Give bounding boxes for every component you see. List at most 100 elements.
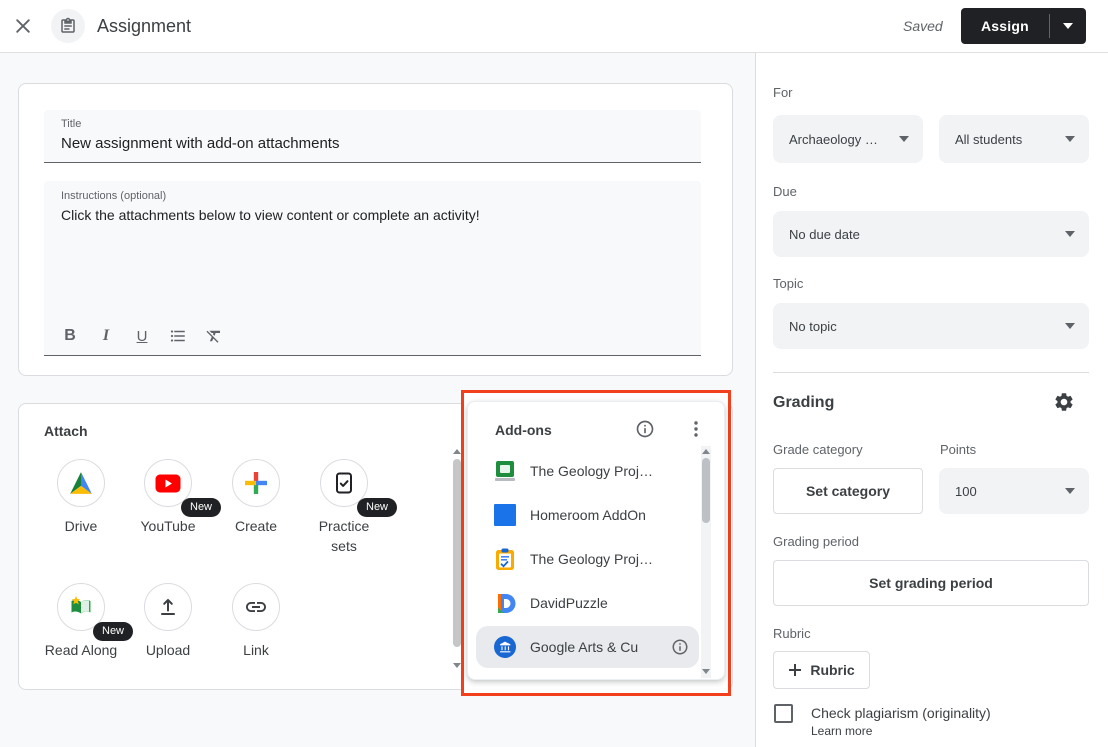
assignment-type-icon [51,9,85,43]
addon-item-geology-1[interactable]: The Geology Proj… [476,450,699,492]
students-select-value: All students [939,132,1065,147]
attach-item-label: Link [218,640,294,660]
editor-card: Title New assignment with add-on attachm… [18,83,733,376]
assign-dropdown-button[interactable] [1050,8,1086,44]
close-button[interactable] [13,16,33,41]
set-grading-period-button[interactable]: Set grading period [773,560,1089,606]
title-field-label: Title [61,118,81,130]
scroll-down-icon[interactable] [453,663,461,668]
learn-more-link[interactable]: Learn more [811,724,872,738]
kebab-menu-icon [694,421,698,437]
chevron-down-icon [1065,136,1075,142]
letter-d-icon [493,592,517,615]
for-label: For [773,85,793,100]
section-divider [773,372,1089,373]
addon-item-arts-culture[interactable]: Google Arts & Cu [476,626,699,668]
chevron-down-icon [899,136,909,142]
create-plus-icon [232,459,280,507]
title-field-value: New assignment with add-on attachments [61,135,339,152]
upload-icon [144,583,192,631]
info-icon [635,419,655,439]
due-date-value: No due date [773,227,1065,242]
google-drive-icon [57,459,105,507]
settings-sidebar: For Archaeology … All students Due No du… [755,53,1108,747]
add-rubric-button[interactable]: Rubric [773,651,870,689]
attach-item-label: Upload [130,640,206,660]
due-label: Due [773,184,797,199]
addons-title: Add-ons [495,422,552,438]
attach-item-create[interactable]: Create [218,459,294,536]
attach-item-label: YouTube [130,516,206,536]
new-badge: New [93,622,133,641]
new-badge: New [181,498,221,517]
attach-item-drive[interactable]: Drive [43,459,119,536]
clear-formatting-icon [205,327,223,345]
addon-item-label: The Geology Proj… [530,551,653,567]
addons-scrollbar[interactable] [701,446,711,678]
grading-settings-button[interactable] [1053,391,1075,418]
addon-item-label: The Geology Proj… [530,463,653,479]
attach-item-label: Read Along [43,640,119,660]
topic-select[interactable]: No topic [773,303,1089,349]
attach-item-label: Drive [43,516,119,536]
add-rubric-label: Rubric [810,662,854,678]
addons-menu-button[interactable] [686,419,706,439]
attach-item-link[interactable]: Link [218,583,294,660]
instructions-field-value: Click the attachments below to view cont… [61,207,480,223]
assign-button[interactable]: Assign [961,8,1049,44]
gear-icon [1053,391,1075,413]
attach-item-upload[interactable]: Upload [130,583,206,660]
bold-button[interactable]: B [58,324,82,348]
title-field[interactable]: Title New assignment with add-on attachm… [44,110,701,163]
scroll-up-icon[interactable] [453,449,461,454]
points-value: 100 [939,484,1065,499]
attach-item-label: Practice sets [306,516,382,556]
addons-info-button[interactable] [635,419,655,444]
plagiarism-checkbox[interactable] [774,704,793,723]
plus-icon [788,663,802,677]
instructions-field[interactable]: Instructions (optional) Click the attach… [44,181,701,356]
chevron-down-icon [1065,488,1075,494]
classroom-green-icon [493,461,517,481]
assign-button-label: Assign [981,18,1029,34]
students-select[interactable]: All students [939,115,1089,163]
italic-button[interactable]: I [94,324,118,348]
scroll-up-icon[interactable] [702,449,710,454]
points-select[interactable]: 100 [939,468,1089,514]
rubric-label: Rubric [773,626,811,641]
grade-category-label: Grade category [773,442,863,457]
saved-status: Saved [903,18,943,34]
link-icon [232,583,280,631]
new-badge: New [357,498,397,517]
topic-label: Topic [773,276,803,291]
formatting-toolbar: B I U [58,324,226,348]
chevron-down-icon [1065,231,1075,237]
chevron-down-icon [1063,23,1073,29]
scroll-down-icon[interactable] [702,669,710,674]
class-select-value: Archaeology … [773,132,899,147]
class-select[interactable]: Archaeology … [773,115,923,163]
attach-label: Attach [44,423,88,439]
underline-button[interactable]: U [130,324,154,348]
attach-item-label: Create [218,516,294,536]
topic-select-value: No topic [773,319,1065,334]
addon-item-homeroom[interactable]: Homeroom AddOn [476,494,699,536]
addons-popup: Add-ons The Geology Proj… Homeroom AddOn… [467,401,725,680]
clear-formatting-button[interactable] [202,324,226,348]
addon-item-davidpuzzle[interactable]: DavidPuzzle [476,582,699,624]
grading-heading: Grading [773,394,834,412]
addon-info-button[interactable] [671,638,689,656]
addon-item-label: Google Arts & Cu [530,639,638,655]
museum-icon [493,636,517,658]
addon-item-geology-2[interactable]: The Geology Proj… [476,538,699,580]
bulleted-list-button[interactable] [166,324,190,348]
close-icon [13,16,33,36]
plagiarism-label: Check plagiarism (originality) [811,705,991,721]
scrollbar-thumb[interactable] [702,458,710,523]
due-date-select[interactable]: No due date [773,211,1089,257]
clipboard-amber-icon [493,548,517,571]
set-category-button[interactable]: Set category [773,468,923,514]
addon-item-label: Homeroom AddOn [530,507,646,523]
scrollbar-thumb[interactable] [453,459,461,647]
blue-square-icon [493,504,517,526]
